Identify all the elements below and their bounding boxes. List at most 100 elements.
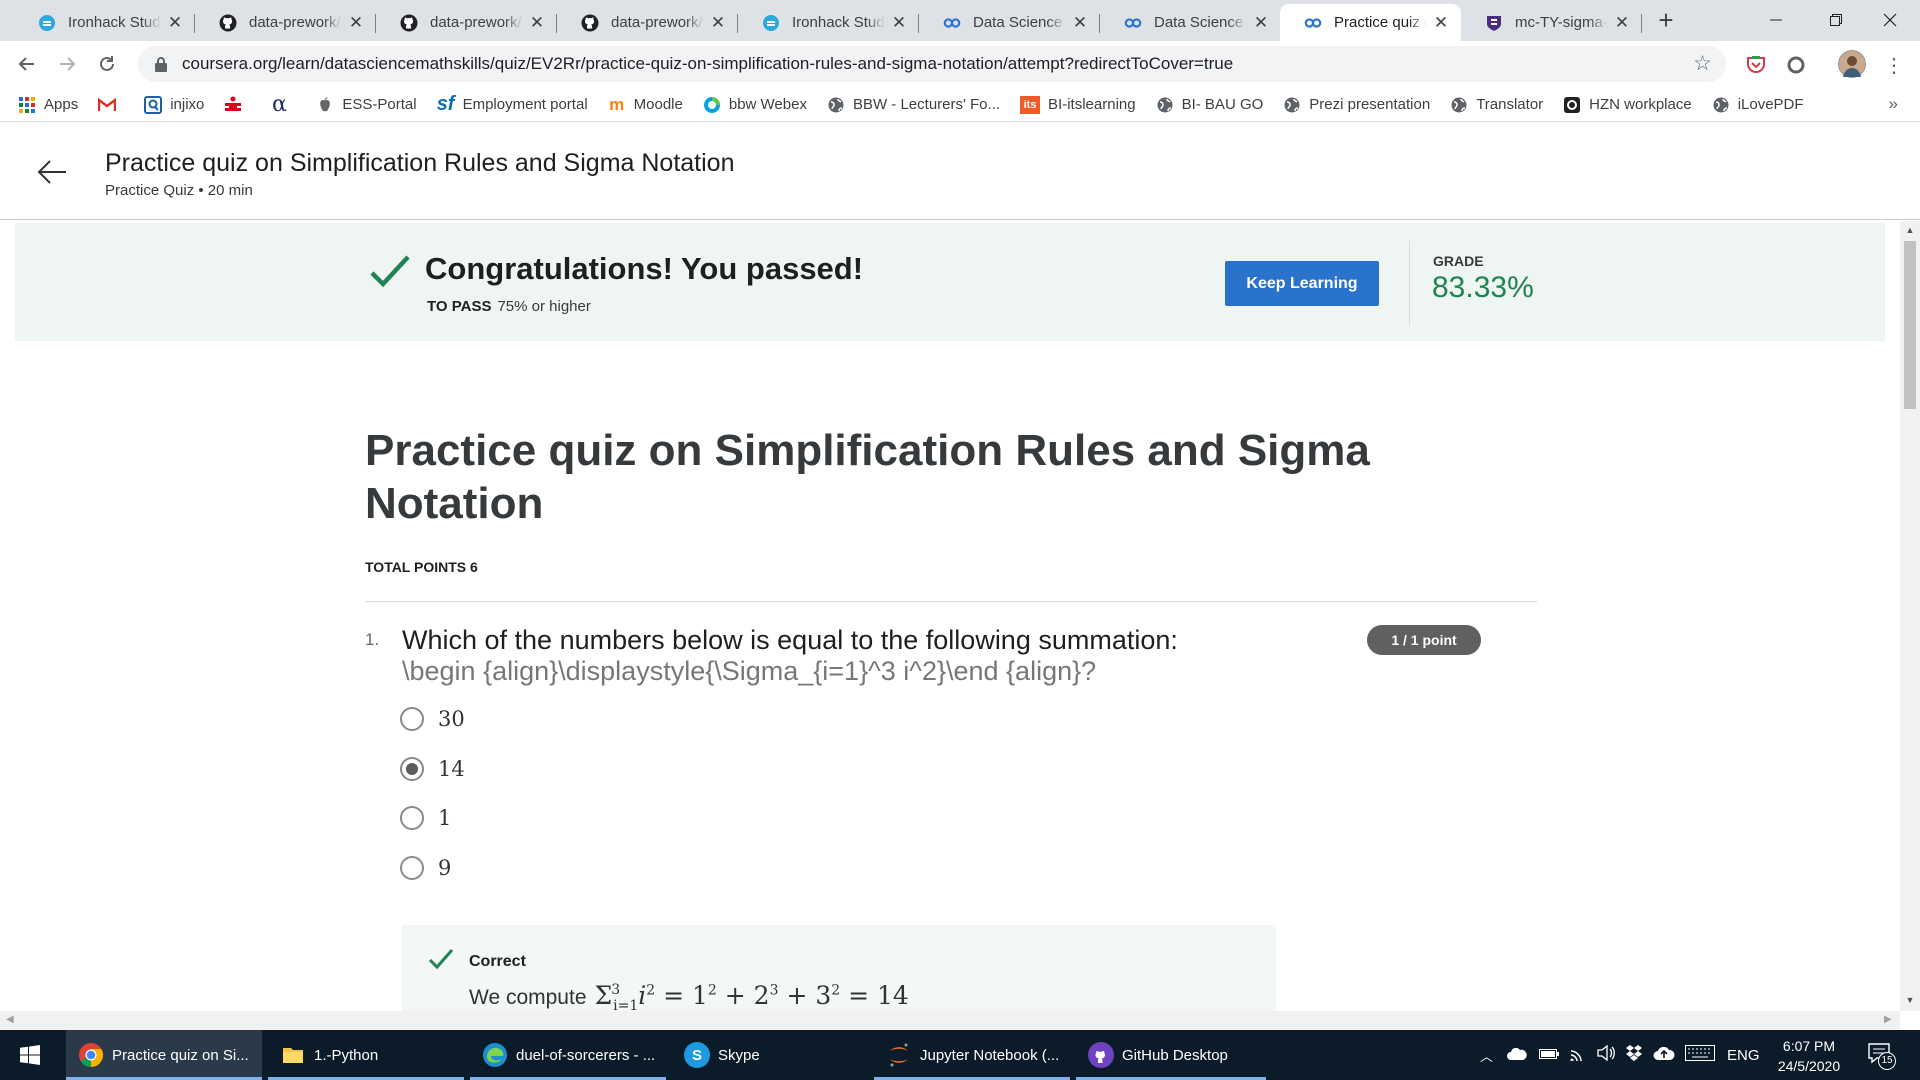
keyboard-icon[interactable] (1685, 1045, 1716, 1065)
keep-learning-button[interactable]: Keep Learning (1225, 261, 1379, 306)
close-window-button[interactable] (1860, 0, 1920, 40)
bookmark-injixo[interactable]: injixo (144, 95, 204, 114)
bookmark-employment-portal[interactable]: sf Employment portal (437, 93, 588, 115)
scroll-up-icon[interactable]: ▲ (1905, 225, 1915, 235)
close-tab-icon[interactable]: ✕ (167, 14, 183, 31)
volume-icon[interactable] (1597, 1044, 1615, 1065)
vertical-scrollbar[interactable]: ▲ ▼ (1900, 221, 1920, 1011)
close-tab-icon[interactable]: ✕ (710, 14, 726, 31)
restore-icon (1830, 14, 1842, 26)
close-tab-icon[interactable]: ✕ (348, 14, 364, 31)
taskbar-edge[interactable]: duel-of-sorcerers - ... (470, 1030, 666, 1080)
reload-icon (100, 56, 114, 71)
grade-label: GRADE (1433, 253, 1484, 269)
bookmark-bbw-lecturers[interactable]: BBW - Lecturers' Fo... (827, 96, 1000, 114)
browser-tab-active[interactable]: Practice quiz on ✕ (1280, 4, 1461, 41)
bookmark-translator[interactable]: Translator (1450, 96, 1543, 114)
url-text[interactable]: coursera.org/learn/datasciencemathskills… (182, 54, 1233, 74)
browser-tab[interactable]: data-prework/P ✕ (557, 4, 738, 41)
bookmark-star-icon[interactable]: ☆ (1693, 53, 1712, 75)
browser-tab[interactable]: data-prework/P ✕ (195, 4, 376, 41)
reload-button[interactable] (92, 49, 122, 79)
browser-tab[interactable]: Data Science M ✕ (919, 4, 1100, 41)
radio-button[interactable] (400, 856, 424, 880)
browser-tab[interactable]: Ironhack Student ✕ (14, 4, 195, 41)
ironhack-icon (38, 14, 56, 32)
bookmark-hzn-workplace[interactable]: HZN workplace (1563, 96, 1692, 114)
browser-menu-icon[interactable]: ⋮ (1882, 53, 1906, 77)
close-tab-icon[interactable]: ✕ (1072, 14, 1088, 31)
answer-option[interactable]: 30 (400, 704, 465, 734)
close-tab-icon[interactable]: ✕ (891, 14, 907, 31)
scroll-left-icon[interactable]: ◀ (6, 1014, 14, 1025)
taskbar-skype[interactable]: S Skype (672, 1030, 868, 1080)
wifi-icon[interactable] (1569, 1045, 1587, 1065)
chrome-icon (78, 1042, 104, 1068)
bookmark-alpha[interactable]: α (270, 92, 296, 117)
scroll-right-icon[interactable]: ▶ (1884, 1014, 1892, 1025)
browser-tab[interactable]: data-prework/P ✕ (376, 4, 557, 41)
horizontal-scrollbar[interactable]: ◀ ▶ (0, 1011, 1900, 1030)
university-icon (1485, 14, 1503, 32)
bookmarks-bar: Apps injixo α ESS-Portal sf Employment p… (0, 88, 1920, 122)
back-arrow-button[interactable] (36, 156, 68, 188)
restore-button[interactable] (1806, 0, 1866, 40)
bookmark-webex[interactable]: bbw Webex (703, 96, 807, 114)
close-tab-icon[interactable]: ✕ (1433, 14, 1449, 31)
answer-option[interactable]: 9 (400, 853, 451, 883)
bookmarks-overflow-button[interactable]: » (1889, 94, 1898, 114)
profile-avatar[interactable] (1838, 50, 1866, 78)
battery-icon[interactable] (1539, 1047, 1560, 1064)
answer-option-selected[interactable]: 14 (400, 754, 465, 784)
close-tab-icon[interactable]: ✕ (1253, 14, 1269, 31)
bookmark-sparkasse[interactable] (224, 96, 250, 114)
browser-tab[interactable]: Ironhack Student ✕ (738, 4, 919, 41)
taskbar-chrome[interactable]: Practice quiz on Si... (66, 1030, 262, 1080)
close-icon (1883, 13, 1897, 27)
address-bar[interactable]: coursera.org/learn/datasciencemathskills… (138, 46, 1726, 82)
bookmark-bau-go[interactable]: BI- BAU GO (1156, 96, 1263, 114)
bookmark-itslearning[interactable]: its BI-itslearning (1020, 95, 1136, 114)
taskbar-file-explorer[interactable]: 1.-Python (268, 1030, 464, 1080)
close-tab-icon[interactable]: ✕ (1614, 14, 1630, 31)
radio-button[interactable] (400, 806, 424, 830)
clock[interactable]: 6:07 PM 24/5/2020 (1764, 1036, 1854, 1076)
scroll-down-icon[interactable]: ▼ (1905, 995, 1915, 1005)
start-button[interactable] (0, 1030, 60, 1080)
answer-option[interactable]: 1 (400, 803, 451, 833)
taskbar-jupyter[interactable]: Jupyter Notebook (... (874, 1030, 1070, 1080)
onedrive-cloud-icon[interactable] (1507, 1047, 1527, 1064)
language-indicator[interactable]: ENG (1727, 1047, 1760, 1064)
quiz-title: Practice quiz on Simplification Rules an… (365, 426, 1370, 528)
scrollbar-thumb[interactable] (1904, 241, 1916, 409)
back-button[interactable] (12, 49, 42, 79)
coursera-icon (1124, 14, 1142, 32)
pass-requirement: TO PASS 75% or higher (427, 298, 591, 315)
bookmark-apps[interactable]: Apps (18, 96, 78, 114)
bookmark-ess-portal[interactable]: ESS-Portal (316, 96, 417, 114)
new-tab-button[interactable]: + (1652, 6, 1680, 34)
globe-icon (1283, 96, 1301, 114)
coursera-icon (943, 14, 961, 32)
bookmark-gmail[interactable] (98, 96, 124, 114)
bookmark-moodle[interactable]: m Moodle (608, 95, 683, 114)
taskbar-github-desktop[interactable]: GitHub Desktop (1076, 1030, 1266, 1080)
bookmark-ilovepdf[interactable]: iLovePDF (1712, 96, 1804, 114)
minimize-button[interactable] (1746, 0, 1806, 40)
close-tab-icon[interactable]: ✕ (529, 14, 545, 31)
radio-button[interactable] (400, 707, 424, 731)
notifications-button[interactable]: 15 (1868, 1030, 1896, 1080)
cloud-upload-icon[interactable] (1653, 1045, 1675, 1065)
feedback-text: We compute Σ3i=1i2 = 12 + 23 + 32 = 14 (469, 981, 909, 1011)
apple-icon (316, 96, 334, 114)
chevron-up-icon[interactable]: ︿ (1480, 1046, 1493, 1065)
radio-button-checked[interactable] (400, 757, 424, 781)
dropbox-icon[interactable] (1625, 1045, 1643, 1065)
extension-circle-icon[interactable] (1784, 53, 1808, 77)
browser-tab[interactable]: Data Science M ✕ (1100, 4, 1281, 41)
pocket-extension-icon[interactable] (1744, 53, 1768, 77)
bookmark-prezi[interactable]: Prezi presentation (1283, 96, 1430, 114)
forward-button[interactable] (52, 49, 82, 79)
action-center-icon: 15 (1868, 1042, 1896, 1070)
browser-tab[interactable]: mc-TY-sigma-2 ✕ (1461, 4, 1642, 41)
